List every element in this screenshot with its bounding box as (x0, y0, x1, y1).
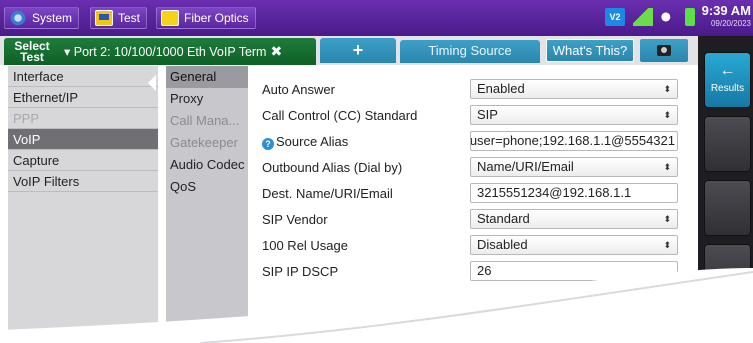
rel-usage-select[interactable]: Disabled ⬍ (470, 235, 678, 255)
tab-port-2-voip[interactable]: Select Test ▾ Port 2: 10/100/1000 Eth Vo… (4, 38, 316, 65)
source-alias-input[interactable]: 5554321@192.168.1.1;user=phone (470, 131, 678, 151)
status-icons: V2 (605, 8, 695, 26)
rel-usage-label: 100 Rel Usage (262, 238, 348, 253)
call-control-value: SIP (477, 107, 498, 122)
tab-timing-source[interactable]: Timing Source (400, 40, 540, 63)
dropdown-caret-icon: ⬍ (663, 84, 671, 94)
bert-test-icon (95, 10, 113, 26)
gear-icon (9, 10, 27, 26)
network-icon (633, 8, 653, 26)
outbound-alias-value: Name/URI/Email (477, 159, 574, 174)
subnav-general[interactable]: General (166, 66, 248, 88)
setting-sip-ip-dscp: SIP IP DSCP 26 (262, 260, 682, 282)
setting-source-alias: ? Source Alias 5554321@192.168.1.1;user=p… (262, 130, 682, 152)
select-test-button[interactable]: Select Test (4, 40, 60, 64)
fiber-optics-label: Fiber Optics (184, 11, 249, 25)
sip-vendor-select[interactable]: Standard ⬍ (470, 209, 678, 229)
subnav-qos[interactable]: QoS (166, 176, 248, 198)
date-text: 09/20/2023 (710, 19, 751, 28)
dest-name-value: 3215551234@192.168.1.1 (477, 185, 632, 200)
dest-name-input[interactable]: 3215551234@192.168.1.1 (470, 183, 678, 203)
system-label: System (32, 11, 73, 25)
sip-vendor-value: Standard (477, 211, 530, 226)
setting-outbound-alias: Outbound Alias (Dial by) Name/URI/Email … (262, 156, 682, 178)
nav-item-ppp: PPP (8, 108, 158, 129)
nav-item-interface[interactable]: Interface (8, 66, 158, 87)
sip-ip-dscp-input[interactable]: 26 (470, 261, 678, 281)
sip-ip-dscp-label: SIP IP DSCP (262, 264, 339, 279)
test-tab-row: Select Test ▾ Port 2: 10/100/1000 Eth Vo… (0, 36, 698, 65)
battery-icon (685, 8, 695, 26)
source-alias-label-wrap: ? Source Alias (262, 134, 348, 150)
config-nav: Interface Ethernet/IP PPP VoIP Capture V… (8, 66, 158, 343)
auto-answer-value: Enabled (477, 81, 525, 96)
dropdown-caret-icon: ⬍ (663, 110, 671, 120)
close-icon[interactable]: ✖ (270, 43, 282, 60)
softkey-2[interactable] (704, 116, 751, 172)
outbound-alias-select[interactable]: Name/URI/Email ⬍ (470, 157, 678, 177)
time-text: 9:39 AM (701, 3, 751, 18)
sip-vendor-label: SIP Vendor (262, 212, 328, 227)
voip-subnav: General Proxy Call Mana... Gatekeeper Au… (166, 66, 248, 343)
auto-answer-label: Auto Answer (262, 82, 335, 97)
test-label: Test (118, 11, 141, 25)
camera-icon (657, 45, 671, 56)
top-bar: System Test Fiber Optics V2 9:39 AM 09/2… (0, 0, 753, 36)
active-nav-indicator (148, 75, 156, 91)
fiber-optics-icon (161, 10, 179, 26)
dropdown-caret-icon: ⬍ (663, 162, 671, 172)
setting-auto-answer: Auto Answer Enabled ⬍ (262, 78, 682, 100)
clock: 9:39 AM 09/20/2023 (699, 3, 751, 33)
subnav-audio-codec[interactable]: Audio Codec (166, 154, 248, 176)
results-softkey[interactable]: ← Results (704, 52, 751, 108)
whats-this-button[interactable]: What's This? (546, 39, 634, 62)
back-arrow-icon: ← (719, 62, 736, 79)
outbound-alias-label: Outbound Alias (Dial by) (262, 160, 403, 175)
nav-item-voip-filters[interactable]: VoIP Filters (8, 171, 158, 192)
softkey-4[interactable] (704, 244, 751, 300)
softkey-3[interactable] (704, 180, 751, 236)
settings-panel: Auto Answer Enabled ⬍ Call Control (CC) … (248, 66, 698, 343)
port-tab-label: ▾ Port 2: 10/100/1000 Eth VoIP Term (64, 45, 267, 59)
subnav-gatekeeper: Gatekeeper (170, 135, 238, 150)
subnav-call-manager: Call Mana... (170, 113, 240, 128)
nav-item-voip[interactable]: VoIP (8, 129, 158, 150)
screenshot-button[interactable] (640, 39, 688, 62)
subnav-proxy[interactable]: Proxy (166, 88, 248, 110)
dropdown-caret-icon: ⬍ (663, 214, 671, 224)
setting-sip-vendor: SIP Vendor Standard ⬍ (262, 208, 682, 230)
dropdown-caret-icon: ⬍ (663, 240, 671, 250)
source-alias-value: 5554321@192.168.1.1;user=phone (470, 133, 675, 148)
call-control-label: Call Control (CC) Standard (262, 108, 418, 123)
screen: System Test Fiber Optics V2 9:39 AM 09/2… (0, 0, 753, 343)
test-button[interactable]: Test (90, 7, 148, 29)
select-test-line2: Test (20, 49, 44, 64)
dest-name-label: Dest. Name/URI/Email (262, 186, 393, 201)
call-control-select[interactable]: SIP ⬍ (470, 105, 678, 125)
help-icon[interactable]: ? (262, 138, 274, 150)
setting-call-control-standard: Call Control (CC) Standard SIP ⬍ (262, 104, 682, 126)
source-alias-label: Source Alias (276, 134, 349, 149)
rel-usage-value: Disabled (477, 237, 528, 252)
v2-icon[interactable]: V2 (605, 8, 625, 26)
volume-icon[interactable] (661, 8, 677, 26)
sip-ip-dscp-value: 26 (477, 263, 492, 278)
setting-dest-name: Dest. Name/URI/Email 3215551234@192.168.… (262, 182, 682, 204)
softkey-5[interactable] (704, 308, 751, 343)
nav-item-ethernet-ip[interactable]: Ethernet/IP (8, 87, 158, 108)
add-test-tab-button[interactable]: + (320, 38, 396, 63)
setting-100-rel-usage: 100 Rel Usage Disabled ⬍ (262, 234, 682, 256)
results-label: Results (710, 83, 745, 94)
auto-answer-select[interactable]: Enabled ⬍ (470, 79, 678, 99)
softkey-panel: ← Results (698, 36, 753, 343)
nav-item-capture[interactable]: Capture (8, 150, 158, 171)
system-button[interactable]: System (4, 7, 80, 29)
fiber-optics-button[interactable]: Fiber Optics (156, 7, 256, 29)
